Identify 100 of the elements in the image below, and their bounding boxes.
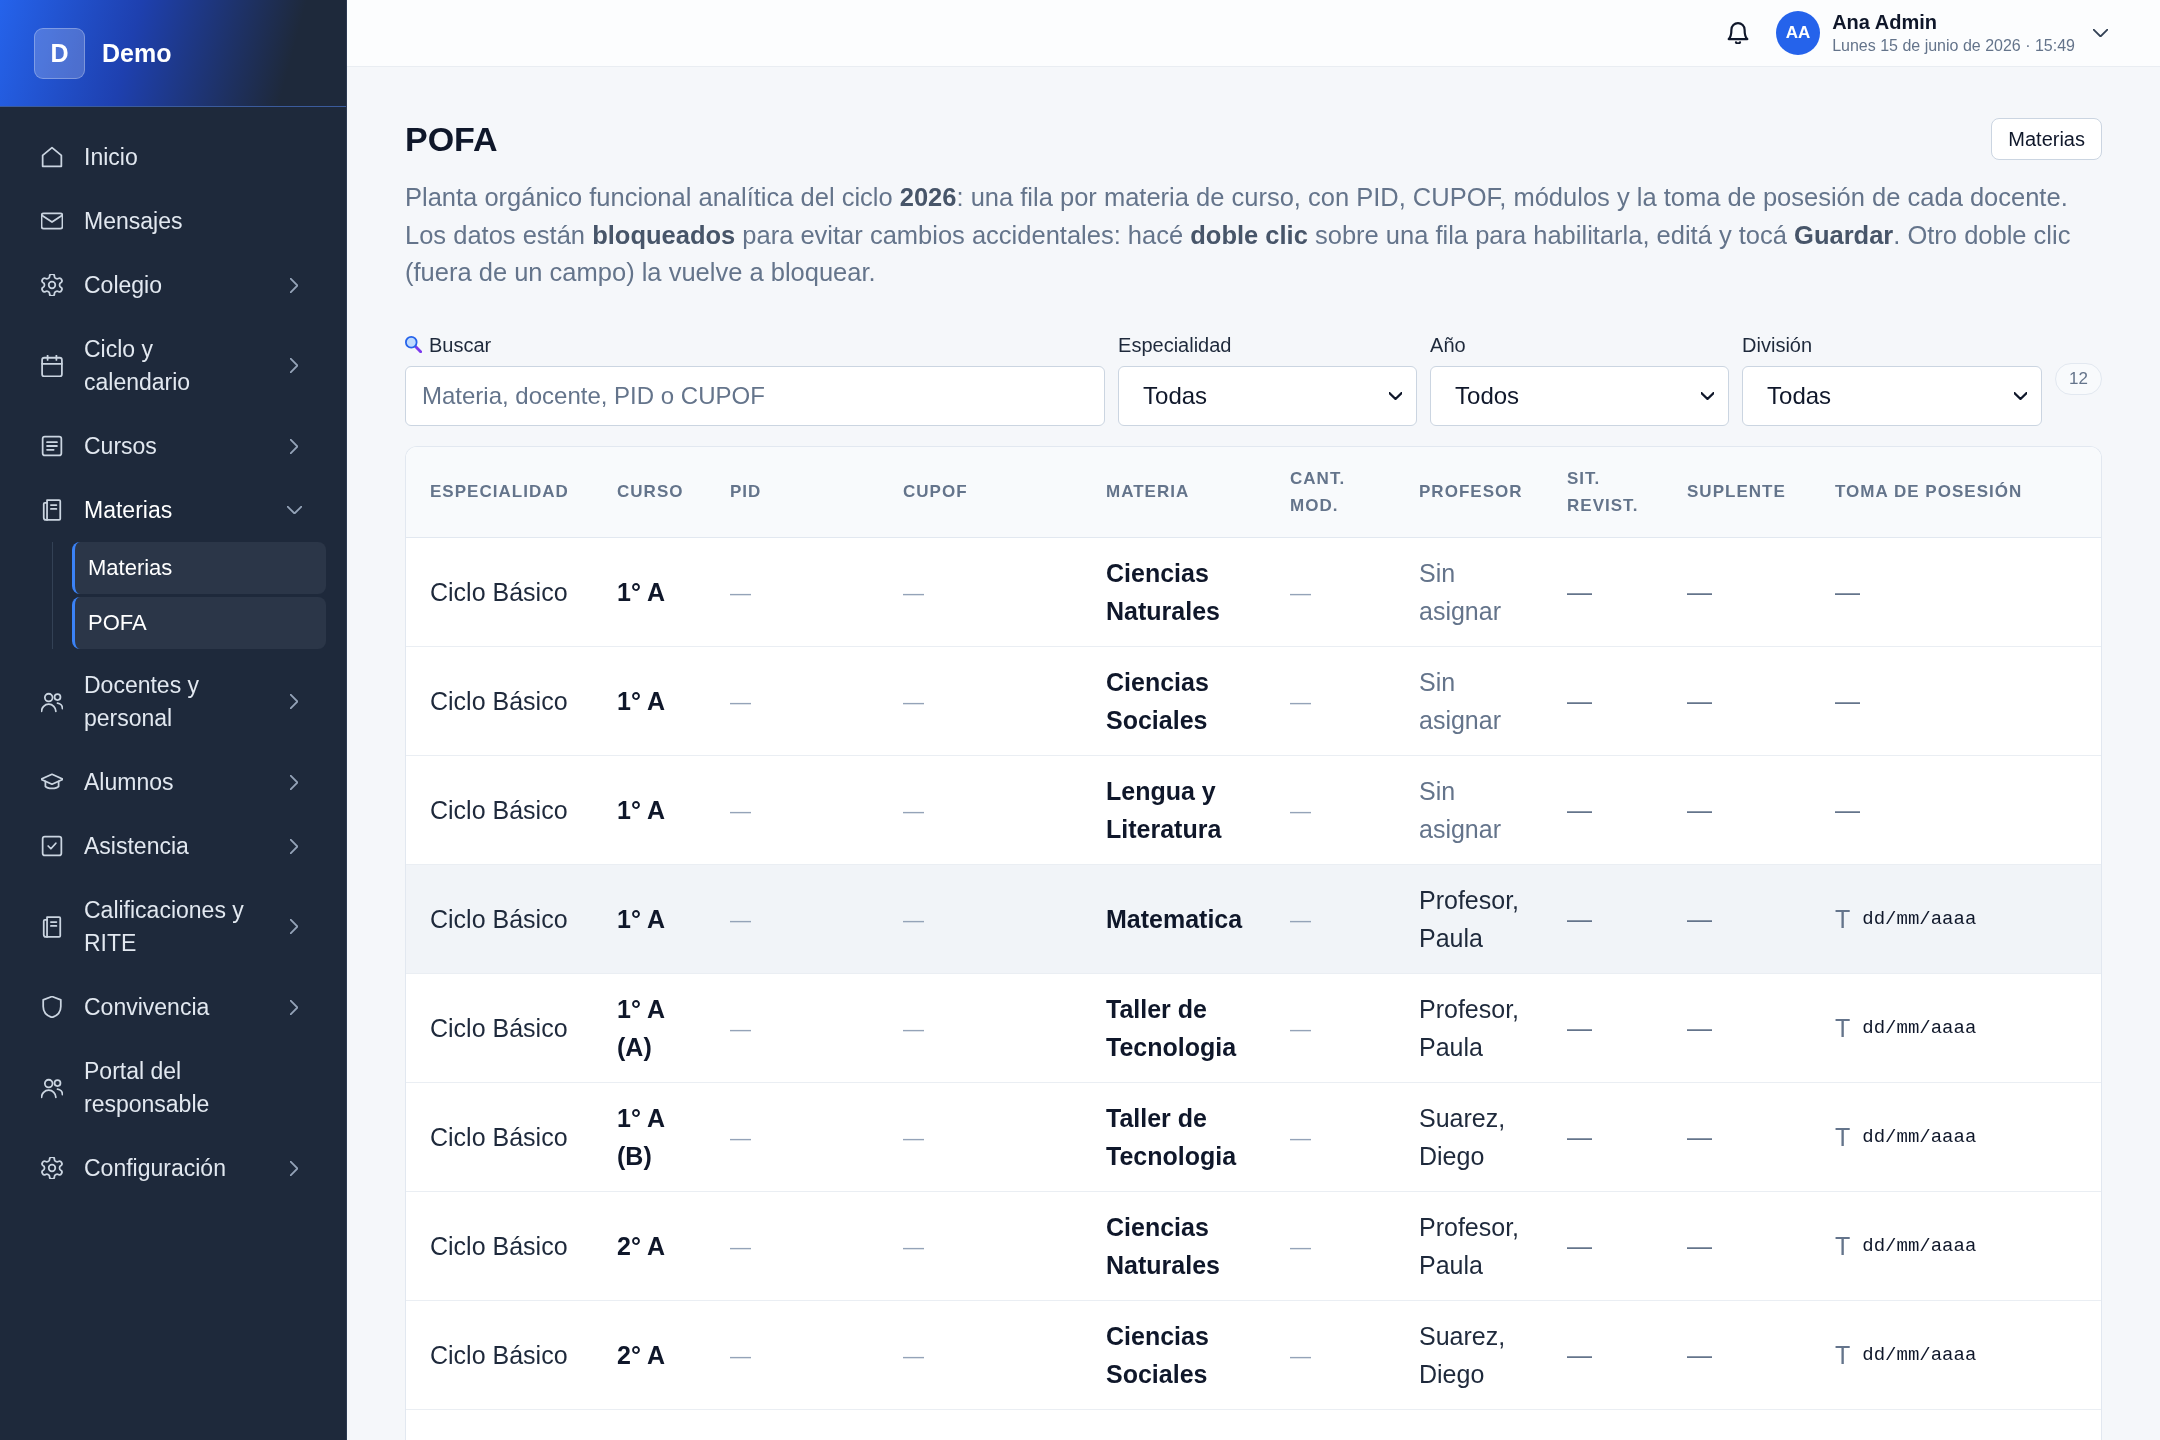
table-row[interactable]: Ciclo Básico 2° A — — Ciencias Sociales — Suarez, Diego — — T dd/mm/aaaa	[406, 1300, 2101, 1409]
specialty-name: Ciclo Básico	[430, 686, 568, 715]
substitute-name: —	[1687, 1013, 1712, 1042]
description-text: Planta orgánico funcional analítica del ciclo 2026: una fila por materia de curso, con PID, CUPOF, módulos y la toma de posesión de cada docente. Los datos están bloqueados para evitar cambios accidentales: hacé doble clic sobre una fila para habilitarla, editá y tocá Guardar. Otro doble clic (fuera de un campo) la vuelve a bloquear.	[405, 182, 2072, 288]
specialty-name: Ciclo Básico	[430, 577, 568, 606]
select-field[interactable]: Todas	[1742, 365, 2043, 426]
revista-status: —	[1567, 1340, 1592, 1369]
sidebar-subitem[interactable]: POFA	[72, 597, 326, 649]
column-header: PROFESOR	[1419, 482, 1523, 501]
cupof-value: —	[903, 798, 924, 822]
specialty-name: Ciclo Básico	[430, 1340, 568, 1369]
column-header: CANT. MOD.	[1290, 468, 1346, 515]
date-field[interactable]: dd/mm/aaaa	[1862, 907, 1993, 930]
sidebar-item[interactable]: Configuración	[20, 1136, 326, 1200]
subject-name: Matematica	[1106, 904, 1243, 933]
sidebar-item[interactable]: Mensajes	[20, 189, 326, 253]
sidebar-item[interactable]: Ciclo y calendario	[20, 317, 326, 414]
teacher-name: Sin asignar	[1419, 667, 1501, 734]
cupof-value: —	[903, 907, 924, 931]
sidebar-item[interactable]: Convivencia	[20, 975, 326, 1039]
modules-value: —	[1290, 1234, 1311, 1258]
search-icon	[405, 336, 422, 353]
table-row[interactable]: Ciclo Básico 1° A — — Lengua y Literatura — Sin asignar — — —	[406, 755, 2101, 864]
document-icon	[41, 435, 63, 457]
sidebar-item[interactable]: Calificaciones y RITE	[20, 878, 326, 975]
table-row[interactable]: Ciclo Básico 1° A — — Ciencias Sociales — Sin asignar — — —	[406, 646, 2101, 755]
specialty-name: Ciclo Básico	[430, 1122, 568, 1151]
substitute-name: —	[1687, 1340, 1712, 1369]
date-field[interactable]: dd/mm/aaaa	[1862, 1234, 1993, 1257]
table-row[interactable]: Ciclo Básico 1° A — — Ciencias Naturales — Sin asignar — — —	[406, 537, 2101, 646]
table-row[interactable]: Ciclo Básico 1° A (A) — — Taller de Tecnologia — Profesor, Paula — — T dd/mm/aaaa	[406, 973, 2101, 1082]
date-field[interactable]: dd/mm/aaaa	[1862, 1125, 1993, 1148]
users-icon	[41, 1076, 63, 1099]
substitute-name: —	[1687, 686, 1712, 715]
notebook-icon	[41, 915, 63, 938]
substitute-name: —	[1687, 577, 1712, 606]
bell-icon[interactable]	[1727, 22, 1750, 44]
sidebar-item[interactable]: Cursos	[20, 414, 326, 478]
sidebar-item[interactable]: Inicio	[20, 125, 326, 189]
sidebar-item[interactable]: Portal del responsable	[20, 1039, 326, 1136]
subject-name: Ciencias Naturales	[1106, 1212, 1220, 1279]
sidebar-item[interactable]: Colegio	[20, 253, 326, 317]
modules-value: —	[1290, 580, 1311, 604]
brand-logo: D	[34, 27, 85, 79]
pid-value: —	[730, 1343, 751, 1367]
date-field[interactable]: dd/mm/aaaa	[1862, 1343, 1993, 1366]
date-time-text: Lunes 15 de junio de 2026 · 15:49	[1832, 35, 2075, 56]
shield-icon	[41, 996, 63, 1018]
pid-value: —	[730, 907, 751, 931]
column-header: CUPOF	[903, 482, 968, 501]
cupof-value: —	[903, 1125, 924, 1149]
type-label: T	[1835, 903, 1851, 935]
column-header: PID	[730, 482, 762, 501]
substitute-name: —	[1687, 1231, 1712, 1260]
sidebar-subitem[interactable]: Materias	[72, 542, 326, 594]
modules-value: —	[1290, 907, 1311, 931]
subject-name: Taller de Tecnologia	[1106, 1103, 1237, 1170]
course-name: 2° A	[617, 1231, 665, 1260]
caret-icon	[1701, 391, 1715, 400]
subject-name: Ciencias Naturales	[1106, 558, 1220, 625]
type-label: T	[1835, 1230, 1851, 1262]
user-avatar: AA	[1776, 11, 1821, 55]
select-field[interactable]: Todas	[1118, 365, 1418, 426]
caret-icon[interactable]	[2093, 29, 2108, 37]
sidebar-item[interactable]: Asistencia	[20, 814, 326, 878]
type-label: T	[1835, 1121, 1851, 1153]
teacher-name: Suarez, Diego	[1419, 1103, 1506, 1170]
subject-name: Ciencias Sociales	[1106, 1321, 1209, 1388]
table-row[interactable]: Ciclo Básico 1° A — — Matematica — Profesor, Paula — — T dd/mm/aaaa	[406, 864, 2101, 973]
date-field[interactable]: dd/mm/aaaa	[1862, 1016, 1993, 1039]
sidebar-item[interactable]: Alumnos	[20, 750, 326, 814]
page-title: POFA	[405, 119, 498, 160]
table-row[interactable]: Ciclo Básico 1° A (B) — — Taller de Tecnologia — Suarez, Diego — — T dd/mm/aaaa	[406, 1082, 2101, 1191]
revista-status: —	[1567, 795, 1592, 824]
possession-date: —	[1835, 795, 1860, 824]
pid-value: —	[730, 1234, 751, 1258]
specialty-name: Ciclo Básico	[430, 1013, 568, 1042]
filter-label: Año	[1430, 332, 1466, 358]
table-row[interactable]: Ciclo Básico 2° A — — Ciencias Naturales — Profesor, Paula — — T dd/mm/aaaa	[406, 1191, 2101, 1300]
cupof-value: —	[903, 1343, 924, 1367]
teacher-name: Profesor, Paula	[1419, 885, 1520, 952]
filter-label: Especialidad	[1118, 332, 1232, 358]
filter-label: Buscar	[429, 332, 492, 358]
subject-name: Ciencias Sociales	[1106, 667, 1209, 734]
revista-status: —	[1567, 577, 1592, 606]
modules-value: —	[1290, 798, 1311, 822]
sidebar-item[interactable]: Materias	[20, 478, 326, 542]
secondary-button[interactable]: Materias	[1991, 118, 2102, 160]
home-icon	[41, 146, 63, 168]
course-name: 1° A (A)	[617, 994, 665, 1061]
modules-value: —	[1290, 1125, 1311, 1149]
sidebar-item[interactable]: Docentes y personal	[20, 653, 326, 750]
teacher-name: Sin asignar	[1419, 558, 1501, 625]
revista-status: —	[1567, 686, 1592, 715]
caret-icon	[1389, 391, 1403, 400]
select-field[interactable]: Todos	[1430, 365, 1730, 426]
course-name: 1° A (B)	[617, 1103, 665, 1170]
search-field[interactable]: Materia, docente, PID o CUPOF	[405, 365, 1106, 426]
course-name: 1° A	[617, 686, 665, 715]
course-name: 2° A	[617, 1340, 665, 1369]
